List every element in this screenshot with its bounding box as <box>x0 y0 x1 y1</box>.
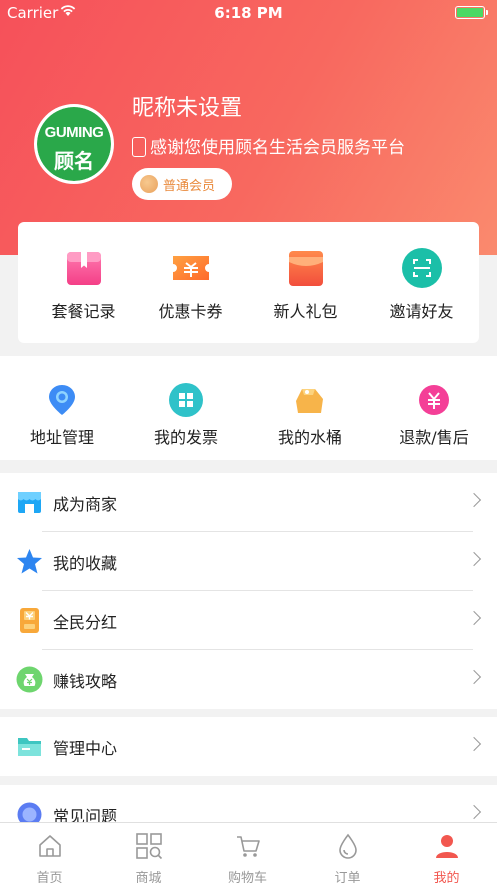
coupon-icon <box>171 248 211 288</box>
tab-orders[interactable]: 订单 <box>298 832 397 883</box>
bottom-tab-bar: 首页 商城 购物车 订单 我的 <box>0 822 497 883</box>
tab-mall[interactable]: 商城 <box>99 832 198 883</box>
menu-group-primary: 成为商家 我的收藏 全民分红 赚钱攻略 <box>0 473 497 709</box>
chevron-right-icon <box>466 736 482 752</box>
package-icon <box>64 248 104 288</box>
star-icon <box>17 549 42 574</box>
tab-home[interactable]: 首页 <box>0 832 99 883</box>
menu-item-become-merchant[interactable]: 成为商家 <box>0 473 497 532</box>
slogan: 感谢您使用顾名生活会员服务平台 <box>132 133 405 158</box>
home-icon <box>38 835 61 857</box>
money-bag-icon <box>16 666 43 693</box>
store-icon <box>18 492 41 513</box>
status-bar: Carrier 6:18 PM <box>0 0 497 26</box>
invoice-icon <box>169 383 203 417</box>
coin-icon <box>140 175 158 193</box>
battery-icon <box>455 6 488 19</box>
menu-item-dividend[interactable]: 全民分红 <box>0 591 497 650</box>
phone-icon <box>132 137 146 157</box>
tab-cart[interactable]: 购物车 <box>198 832 297 883</box>
cart-icon <box>236 836 260 857</box>
member-level-label: 普通会员 <box>163 179 216 194</box>
quick-action-invite-friends[interactable]: 邀请好友 <box>364 248 479 322</box>
chevron-right-icon <box>466 492 482 508</box>
profile-header: Carrier 6:18 PM GUMING 顾名 昵称未设置 感谢您使用顾名生… <box>0 0 497 255</box>
dividend-icon <box>20 608 39 633</box>
service-address-management[interactable]: 地址管理 <box>0 383 124 448</box>
user-icon <box>435 835 458 858</box>
water-bucket-icon <box>293 383 327 417</box>
refund-icon <box>417 383 451 417</box>
nickname[interactable]: 昵称未设置 <box>132 90 242 122</box>
folder-icon <box>18 738 41 756</box>
order-drop-icon <box>338 833 357 859</box>
service-refund-after-sales[interactable]: 退款/售后 <box>372 383 496 448</box>
menu-item-my-favorites[interactable]: 我的收藏 <box>0 532 497 591</box>
chevron-right-icon <box>466 804 482 820</box>
mall-grid-icon <box>135 833 162 860</box>
quick-action-coupons[interactable]: 优惠卡券 <box>133 248 248 322</box>
tab-mine[interactable]: 我的 <box>397 832 496 883</box>
quick-action-newcomer-gift[interactable]: 新人礼包 <box>248 248 363 322</box>
location-pin-icon <box>45 383 79 417</box>
chevron-right-icon <box>466 610 482 626</box>
member-level-badge[interactable]: 普通会员 <box>132 168 232 200</box>
scan-icon <box>401 248 442 288</box>
chevron-right-icon <box>466 669 482 685</box>
quick-action-package-records[interactable]: 套餐记录 <box>26 248 141 322</box>
brand-logo: GUMING 顾名 <box>37 107 111 181</box>
chevron-right-icon <box>466 551 482 567</box>
menu-item-management-center[interactable]: 管理中心 <box>0 717 497 776</box>
service-my-water-bucket[interactable]: 我的水桶 <box>248 383 372 448</box>
profile-page: Carrier 6:18 PM GUMING 顾名 昵称未设置 感谢您使用顾名生… <box>0 0 497 883</box>
service-my-invoices[interactable]: 我的发票 <box>124 383 248 448</box>
menu-group-management: 管理中心 <box>0 717 497 776</box>
services-row: 地址管理 我的发票 我的水桶 退款/售后 <box>0 356 497 460</box>
gift-bag-icon <box>286 248 326 288</box>
clock: 6:18 PM <box>214 4 283 22</box>
avatar[interactable]: GUMING 顾名 <box>34 104 114 184</box>
menu-item-earning-guide[interactable]: 赚钱攻略 <box>0 650 497 709</box>
quick-actions-card: 套餐记录 优惠卡券 新人礼包 邀请好友 <box>18 222 479 343</box>
